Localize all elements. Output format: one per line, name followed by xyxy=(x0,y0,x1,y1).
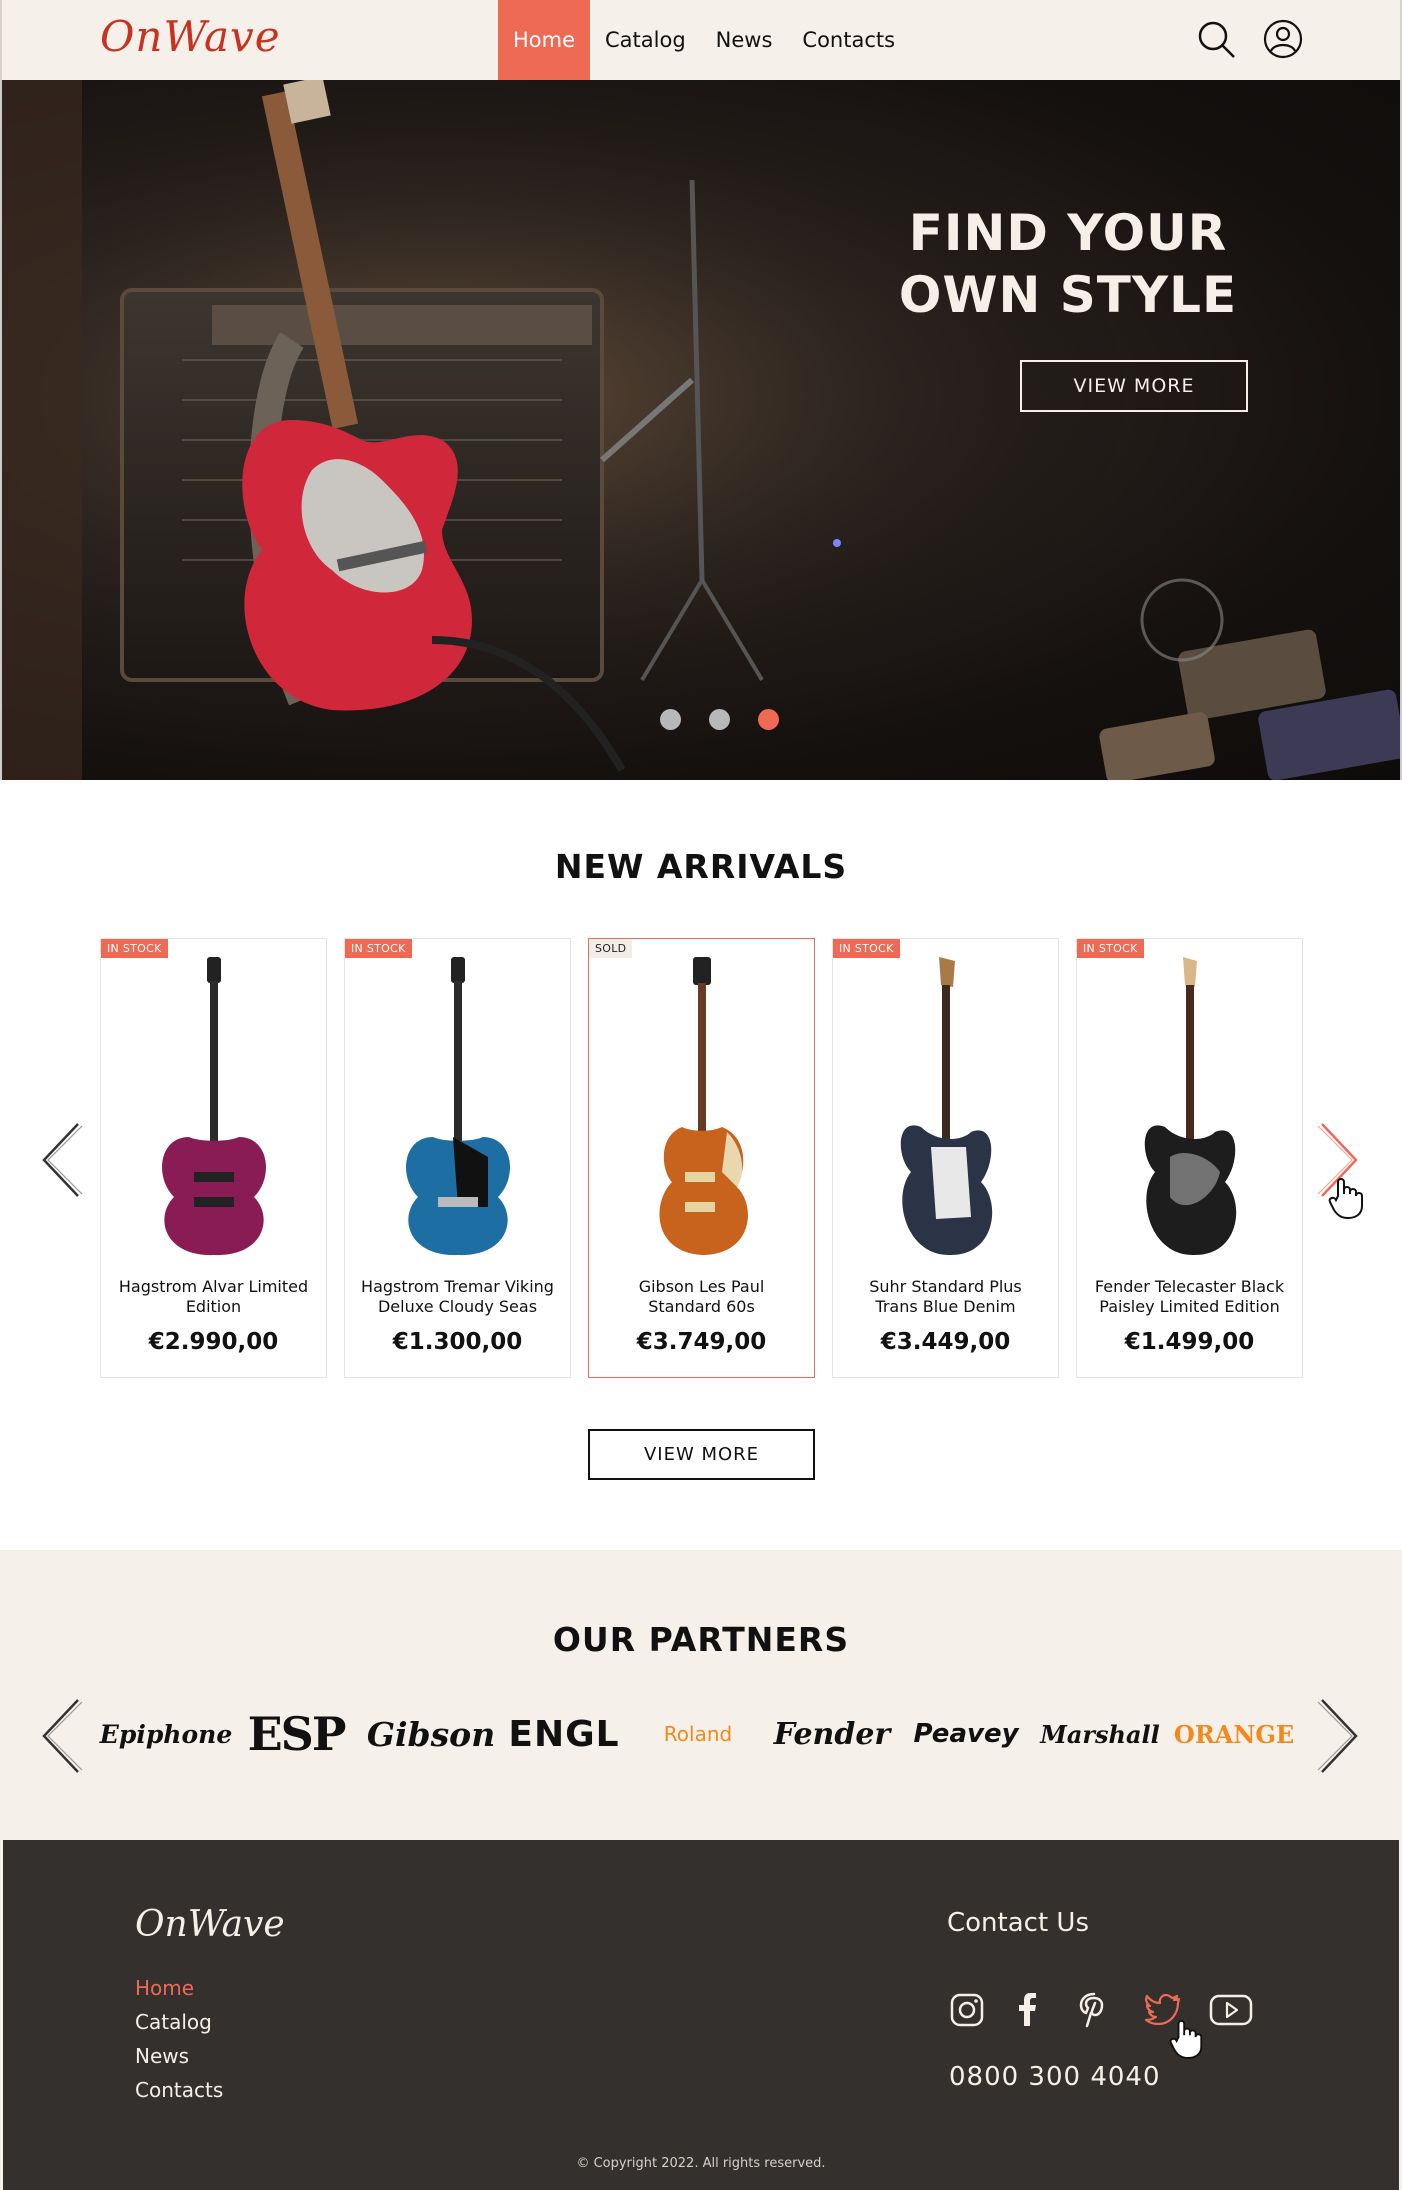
product-price: €1.300,00 xyxy=(392,1329,523,1355)
partners-section xyxy=(0,1550,1402,1840)
product-price: €1.499,00 xyxy=(1124,1329,1255,1355)
partner-logo-peavey[interactable]: Peavey xyxy=(910,1698,1022,1770)
partner-name: Fender xyxy=(773,1716,891,1752)
arrivals-prev-arrow-icon[interactable] xyxy=(38,1120,88,1200)
hand-cursor-icon xyxy=(1328,1178,1363,1220)
partner-logo-roland[interactable]: Roland xyxy=(642,1698,754,1770)
partner-name: Gibson xyxy=(366,1714,496,1754)
partner-logo-marshall[interactable]: Marshall xyxy=(1040,1698,1160,1770)
main-nav: Home Catalog News Contacts xyxy=(498,0,910,80)
partner-name: Roland xyxy=(663,1722,733,1746)
product-name: Suhr Standard Plus Trans Blue Denim xyxy=(843,1277,1048,1317)
product-name-line-1: Hagstrom Tremar Viking xyxy=(361,1277,554,1296)
hero-image-guitar-amp xyxy=(2,80,1400,780)
partner-logo-orange[interactable]: ORANGE xyxy=(1174,1698,1294,1770)
product-name: Hagstrom Tremar Viking Deluxe Cloudy Sea… xyxy=(355,1277,560,1317)
product-card[interactable]: IN STOCK Hagstrom Alvar Limited Edition … xyxy=(100,938,327,1378)
hero-title-line-2: OWN STYLE xyxy=(898,266,1238,324)
partner-logo-fender[interactable]: Fender xyxy=(773,1698,891,1770)
footer-link-contacts[interactable]: Contacts xyxy=(135,2078,223,2102)
product-name: Hagstrom Alvar Limited Edition xyxy=(111,1277,316,1317)
facebook-icon[interactable] xyxy=(1007,1990,1047,2030)
stock-badge: IN STOCK xyxy=(345,939,412,958)
partner-name: Marshall xyxy=(1040,1719,1160,1749)
product-image xyxy=(659,957,748,1255)
partner-name: ORANGE xyxy=(1173,1719,1295,1749)
carousel-dot-1[interactable] xyxy=(660,709,681,730)
hero-banner: FIND YOUR OWN STYLE VIEW MORE xyxy=(0,80,1402,780)
arrivals-view-more-button[interactable]: VIEW MORE xyxy=(588,1429,815,1480)
partner-logo-esp[interactable]: ESP xyxy=(240,1698,352,1770)
footer-link-home[interactable]: Home xyxy=(135,1976,194,2000)
hand-cursor-icon xyxy=(1169,2020,1203,2059)
partner-logo-epiphone[interactable]: Epiphone xyxy=(100,1698,232,1770)
carousel-dot-3[interactable] xyxy=(758,709,779,730)
nav-home[interactable]: Home xyxy=(498,0,591,80)
instagram-icon[interactable] xyxy=(947,1990,987,2030)
carousel-dots xyxy=(660,709,779,730)
product-price: €3.749,00 xyxy=(636,1329,767,1355)
pinterest-icon[interactable] xyxy=(1074,1990,1114,2030)
product-name-line-2: Standard 60s xyxy=(648,1297,755,1316)
product-price: €2.990,00 xyxy=(148,1329,279,1355)
nav-catalog[interactable]: Catalog xyxy=(590,0,701,80)
product-name-line-2: Paisley Limited Edition xyxy=(1099,1297,1280,1316)
hero-title-line-1: FIND YOUR xyxy=(908,204,1228,262)
footer-link-catalog[interactable]: Catalog xyxy=(135,2010,212,2034)
search-icon[interactable] xyxy=(1195,18,1237,60)
stock-badge: IN STOCK xyxy=(1077,939,1144,958)
product-image xyxy=(405,957,510,1256)
product-name-line-1: Suhr Standard Plus xyxy=(869,1277,1022,1296)
partners-prev-arrow-icon[interactable] xyxy=(38,1696,88,1776)
product-price: €3.449,00 xyxy=(880,1329,1011,1355)
product-card[interactable]: SOLD Gibson Les Paul Standard 60s €3.749… xyxy=(588,938,815,1378)
partner-name: ENGL xyxy=(508,1713,620,1755)
partner-logo-engl[interactable]: ENGL xyxy=(508,1698,620,1770)
product-name-line-1: Hagstrom Alvar Limited xyxy=(118,1277,309,1296)
user-account-icon[interactable] xyxy=(1262,18,1304,60)
site-header: OnWave Home Catalog News Contacts xyxy=(0,0,1402,80)
stock-badge: SOLD xyxy=(589,939,633,958)
new-arrivals-title: NEW ARRIVALS xyxy=(554,847,848,886)
partner-logo-gibson[interactable]: Gibson xyxy=(367,1698,495,1770)
product-card[interactable]: IN STOCK Suhr Standard Plus Trans Blue D… xyxy=(832,938,1059,1378)
product-image xyxy=(161,957,266,1256)
nav-contacts[interactable]: Contacts xyxy=(787,0,910,80)
partner-name: Peavey xyxy=(913,1719,1019,1749)
partners-title: OUR PARTNERS xyxy=(552,1620,850,1659)
partner-name: Epiphone xyxy=(99,1719,233,1749)
hero-title: FIND YOUR OWN STYLE xyxy=(858,202,1278,326)
stock-badge: IN STOCK xyxy=(833,939,900,958)
stock-badge: IN STOCK xyxy=(101,939,168,958)
product-name-line-2: Edition xyxy=(185,1297,242,1316)
hero-view-more-button[interactable]: VIEW MORE xyxy=(1020,360,1248,412)
partners-next-arrow-icon[interactable] xyxy=(1316,1696,1366,1776)
site-footer: OnWave Home Catalog News Contacts Contac… xyxy=(0,1840,1402,2190)
product-name-line-1: Gibson Les Paul xyxy=(638,1277,765,1296)
footer-phone[interactable]: 0800 300 4040 xyxy=(949,2062,1161,2092)
copyright-text: © Copyright 2022. All rights reserved. xyxy=(576,2156,826,2171)
product-name-line-2: Trans Blue Denim xyxy=(875,1297,1016,1316)
product-name: Gibson Les Paul Standard 60s xyxy=(599,1277,804,1317)
product-image xyxy=(900,957,992,1256)
product-name: Fender Telecaster Black Paisley Limited … xyxy=(1087,1277,1292,1317)
product-name-line-1: Fender Telecaster Black xyxy=(1094,1277,1285,1296)
product-image xyxy=(1144,957,1236,1256)
product-name-line-2: Deluxe Cloudy Seas xyxy=(377,1297,538,1316)
footer-link-news[interactable]: News xyxy=(135,2044,189,2068)
carousel-dot-2[interactable] xyxy=(709,709,730,730)
product-card[interactable]: IN STOCK Fender Telecaster Black Paisley… xyxy=(1076,938,1303,1378)
nav-news[interactable]: News xyxy=(701,0,788,80)
product-card[interactable]: IN STOCK Hagstrom Tremar Viking Deluxe C… xyxy=(344,938,571,1378)
youtube-icon[interactable] xyxy=(1209,1990,1253,2030)
brand-logo[interactable]: OnWave xyxy=(100,12,281,61)
partner-name: ESP xyxy=(247,1707,347,1761)
footer-logo[interactable]: OnWave xyxy=(135,1904,285,1945)
contact-us-title: Contact Us xyxy=(947,1908,1089,1938)
